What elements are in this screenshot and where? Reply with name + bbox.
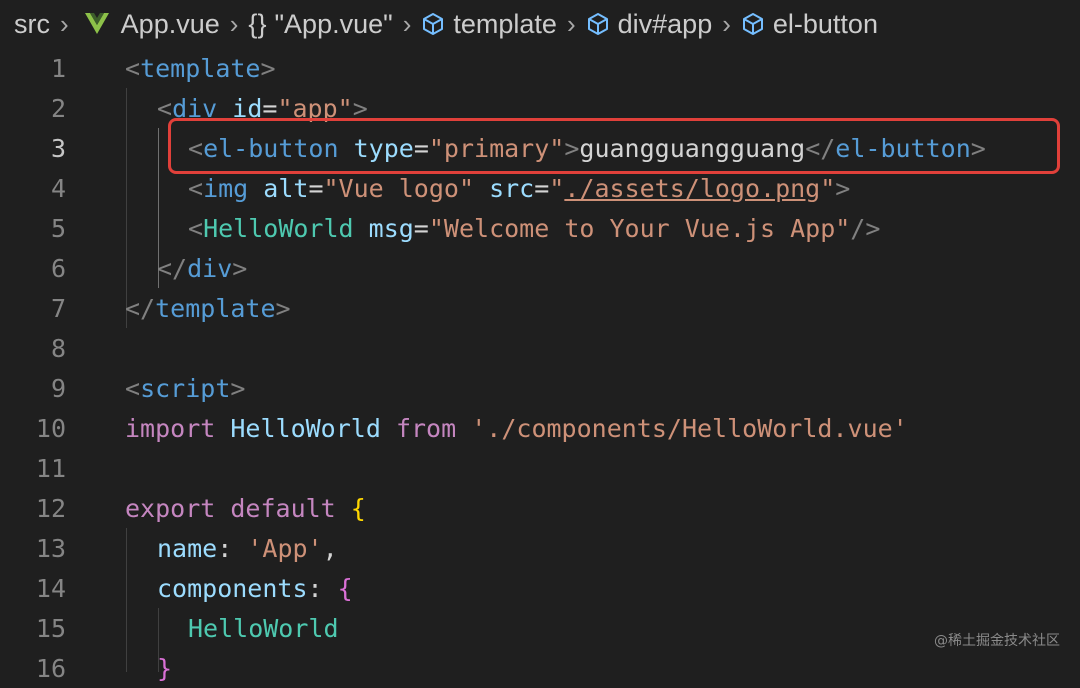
chevron-right-icon: › bbox=[60, 8, 69, 39]
line-number: 4 bbox=[50, 173, 66, 203]
link-path[interactable]: ./assets/logo.png bbox=[564, 174, 820, 203]
code-line: 10 import HelloWorld from './components/… bbox=[0, 408, 1080, 448]
line-number: 3 bbox=[50, 133, 66, 163]
highlight-annotation-box bbox=[168, 118, 1060, 174]
line-number: 15 bbox=[35, 613, 66, 643]
code-line: 16 } bbox=[0, 648, 1080, 688]
symbol-field-icon bbox=[423, 13, 444, 35]
code-line: 15 HelloWorld bbox=[0, 608, 1080, 648]
vue-file-icon bbox=[84, 13, 109, 34]
breadcrumb-item-module[interactable]: "App.vue" bbox=[274, 9, 392, 40]
line-number: 7 bbox=[50, 293, 66, 323]
breadcrumb-item-src[interactable]: src bbox=[14, 9, 50, 40]
code-line: 7 </template> bbox=[0, 288, 1080, 328]
code-line: 8 bbox=[0, 328, 1080, 368]
symbol-field-icon bbox=[742, 13, 763, 35]
chevron-right-icon: › bbox=[722, 8, 731, 39]
watermark: @稀土掘金技术社区 bbox=[934, 633, 1060, 649]
line-number: 12 bbox=[35, 493, 66, 523]
breadcrumb: src › App.vue › {} "App.vue" › template … bbox=[0, 0, 1080, 48]
braces-icon: {} bbox=[248, 8, 267, 39]
line-number: 1 bbox=[50, 53, 66, 83]
line-number: 13 bbox=[35, 533, 66, 563]
code-line: 1 <template> bbox=[0, 48, 1080, 88]
breadcrumb-item-el-button[interactable]: el-button bbox=[773, 9, 878, 40]
symbol-field-icon bbox=[587, 13, 608, 35]
line-number: 5 bbox=[50, 213, 66, 243]
line-number: 16 bbox=[35, 653, 66, 683]
line-number: 2 bbox=[50, 93, 66, 123]
line-number: 10 bbox=[35, 413, 66, 443]
code-line: 12 export default { bbox=[0, 488, 1080, 528]
chevron-right-icon: › bbox=[402, 8, 412, 39]
code-line: 6 </div> bbox=[0, 248, 1080, 288]
code-line: 13 name: 'App', bbox=[0, 528, 1080, 568]
code-line: 4 <img alt="Vue logo" src="./assets/logo… bbox=[0, 168, 1080, 208]
code-line: 11 bbox=[0, 448, 1080, 488]
line-number: 9 bbox=[50, 373, 66, 403]
line-number: 8 bbox=[50, 333, 66, 363]
chevron-right-icon: › bbox=[229, 8, 239, 39]
code-line: 9 <script> bbox=[0, 368, 1080, 408]
code-line: 14 components: { bbox=[0, 568, 1080, 608]
code-line: 5 <HelloWorld msg="Welcome to Your Vue.j… bbox=[0, 208, 1080, 248]
chevron-right-icon: › bbox=[566, 8, 576, 39]
breadcrumb-item-div[interactable]: div#app bbox=[618, 9, 713, 40]
line-number: 14 bbox=[35, 573, 66, 603]
line-number: 11 bbox=[35, 453, 66, 483]
breadcrumb-item-file[interactable]: App.vue bbox=[121, 9, 220, 40]
breadcrumb-item-template[interactable]: template bbox=[453, 9, 557, 40]
line-number: 6 bbox=[50, 253, 66, 283]
